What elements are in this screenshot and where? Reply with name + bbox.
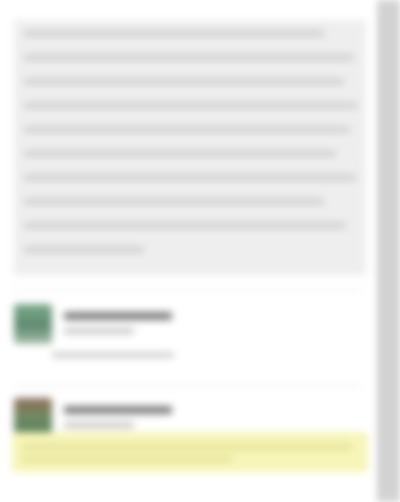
- comment-meta: [64, 422, 134, 428]
- comment-body-line: [22, 444, 352, 450]
- text-line: [24, 150, 336, 157]
- text-line: [24, 174, 356, 181]
- comment-body-line: [52, 352, 174, 358]
- highlighted-comment-body: [12, 432, 368, 472]
- divider: [12, 386, 364, 387]
- text-line: [24, 222, 346, 229]
- text-line: [24, 102, 358, 109]
- text-line: [24, 126, 350, 133]
- comment-item: [12, 304, 364, 374]
- avatar[interactable]: [14, 304, 52, 344]
- text-line: [24, 54, 354, 61]
- text-line: [24, 198, 324, 205]
- text-line: [24, 246, 144, 253]
- comment-body-line: [22, 456, 232, 462]
- scrollbar-edge: [378, 0, 381, 502]
- comment-meta: [64, 328, 134, 334]
- comment-author[interactable]: [64, 406, 172, 414]
- content-area: [0, 0, 378, 502]
- text-line: [24, 78, 344, 85]
- page: [0, 0, 400, 502]
- divider: [12, 290, 364, 291]
- article-text-block: [14, 20, 366, 275]
- comment-author[interactable]: [64, 312, 172, 320]
- vertical-scrollbar[interactable]: [378, 0, 400, 502]
- text-line: [24, 30, 324, 37]
- comment-item: [12, 398, 364, 438]
